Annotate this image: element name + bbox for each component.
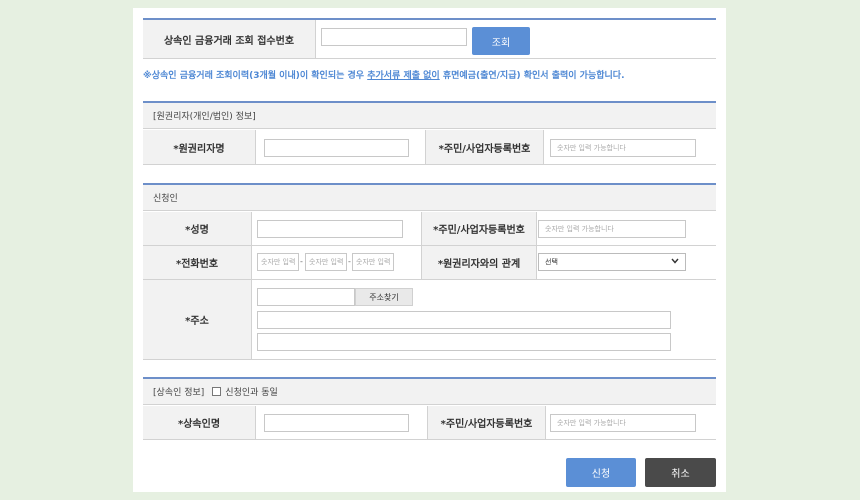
address-line1-input[interactable] — [257, 311, 671, 329]
submit-button[interactable]: 신청 — [566, 458, 636, 487]
applicant-address-label: *주소 — [143, 280, 251, 359]
heir-title: [상속인 정보] — [153, 388, 205, 398]
address-line2-input[interactable] — [257, 333, 671, 351]
zip-input[interactable] — [257, 288, 355, 306]
lookup-section: 상속인 금융거래 조회 접수번호 조회 — [143, 18, 716, 60]
applicant-phone-label: *전화번호 — [143, 246, 251, 279]
rights-holder-id-label: *주민/사업자등록번호 — [425, 130, 543, 164]
chevron-down-icon — [671, 258, 679, 266]
applicant-section: 신청인 *성명 *주민/사업자등록번호 숫자만 입력 가능합니다 *전화번호 *… — [143, 183, 716, 360]
lookup-button[interactable]: 조회 — [472, 27, 530, 55]
rights-holder-title: [원권리자(개인/법인) 정보] — [143, 103, 716, 129]
applicant-title: 신청인 — [143, 185, 716, 211]
notice-prefix: ※상속인 금융거래 조회이력(3개월 이내)이 확인되는 경우 — [143, 71, 368, 81]
lookup-label: 상속인 금융거래 조회 접수번호 — [143, 20, 315, 58]
applicant-id-input[interactable]: 숫자만 입력 가능합니다 — [538, 220, 686, 238]
phone-input-3[interactable]: 숫자만 입력 — [352, 253, 394, 271]
heir-section: [상속인 정보] 신청인과 동일 *상속인명 *주민/사업자등록번호 숫자만 입… — [143, 377, 716, 441]
applicant-id-label: *주민/사업자등록번호 — [421, 212, 536, 245]
heir-id-input[interactable]: 숫자만 입력 가능합니다 — [550, 414, 696, 432]
rights-holder-id-input[interactable]: 숫자만 입력 가능합니다 — [550, 139, 696, 157]
notice-text: ※상속인 금융거래 조회이력(3개월 이내)이 확인되는 경우 추가서류 제출 … — [143, 68, 625, 81]
phone-separator-1: - — [300, 257, 303, 266]
relation-select-value: 선택 — [545, 258, 558, 266]
same-as-applicant-label[interactable]: 신청인과 동일 — [225, 385, 278, 398]
phone-separator-2: - — [348, 257, 351, 266]
cancel-button[interactable]: 취소 — [645, 458, 716, 487]
heir-name-label: *상속인명 — [143, 406, 255, 439]
notice-suffix: 휴면예금(출연/지급) 확인서 출력이 가능합니다. — [439, 71, 625, 81]
heir-name-input[interactable] — [264, 414, 409, 432]
lookup-number-input[interactable] — [321, 28, 467, 46]
phone-input-2[interactable]: 숫자만 입력 — [305, 253, 347, 271]
heir-title-bar: [상속인 정보] 신청인과 동일 — [143, 379, 716, 405]
relation-select[interactable]: 선택 — [538, 253, 686, 271]
applicant-name-input[interactable] — [257, 220, 403, 238]
applicant-name-label: *성명 — [143, 212, 251, 245]
rights-holder-section: [원권리자(개인/법인) 정보] *원권리자명 *주민/사업자등록번호 숫자만 … — [143, 101, 716, 165]
checkbox-icon[interactable] — [212, 387, 222, 396]
rights-holder-name-input[interactable] — [264, 139, 409, 157]
heir-id-label: *주민/사업자등록번호 — [427, 406, 545, 439]
applicant-relation-label: *원권리자와의 관계 — [421, 246, 536, 279]
phone-input-1[interactable]: 숫자만 입력 — [257, 253, 299, 271]
notice-underline: 추가서류 제출 없이 — [367, 71, 440, 81]
rights-holder-name-label: *원권리자명 — [143, 130, 255, 164]
address-search-button[interactable]: 주소찾기 — [355, 288, 413, 306]
